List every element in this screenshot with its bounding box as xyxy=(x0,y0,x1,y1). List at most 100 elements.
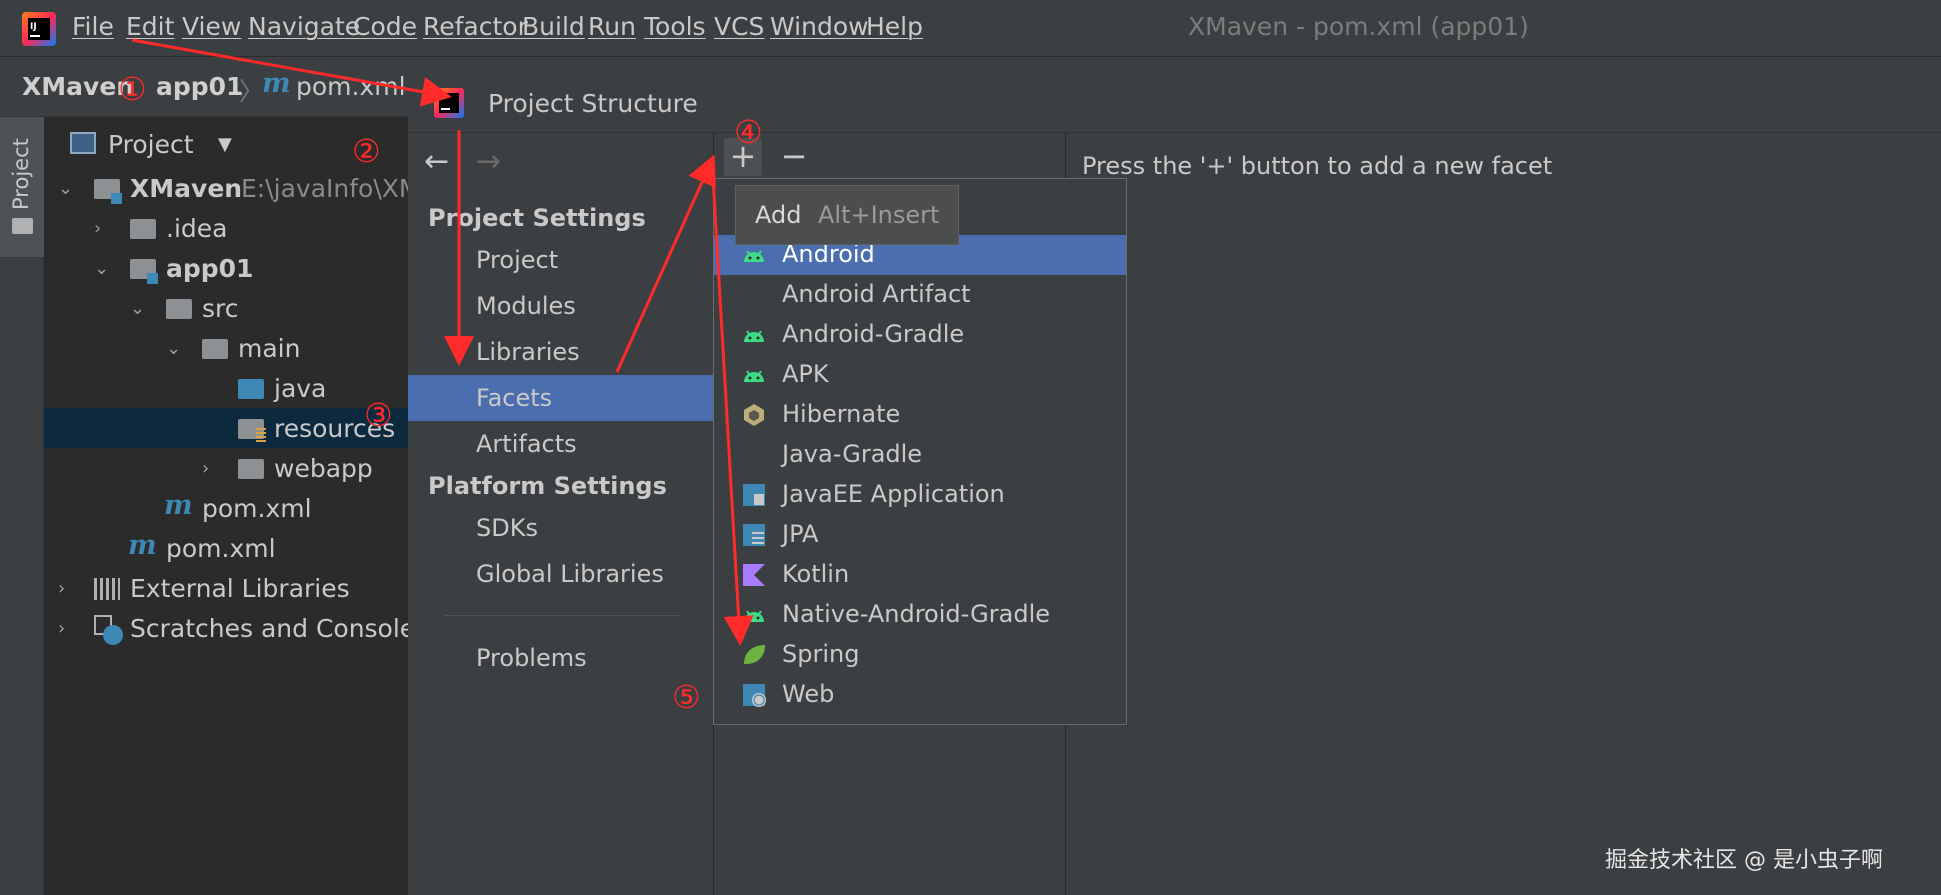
annotation-2: ② xyxy=(352,132,381,170)
annotation-5: ⑤ xyxy=(672,678,701,716)
watermark: 掘金技术社区 @ 是小虫子啊 xyxy=(1605,848,1883,873)
chevron-down-icon[interactable]: ⌄ xyxy=(130,298,145,319)
folder-icon xyxy=(166,299,192,319)
tree-item-main[interactable]: main xyxy=(238,334,300,363)
menu-file[interactable]: File xyxy=(72,12,114,41)
facet-android-gradle[interactable]: Android-Gradle xyxy=(782,320,964,348)
annotation-1: ① xyxy=(118,70,147,108)
nav-project[interactable]: Project xyxy=(476,246,558,274)
android-icon xyxy=(744,250,764,262)
tree-item-root-pom[interactable]: pom.xml xyxy=(166,534,276,563)
web-icon xyxy=(743,684,766,707)
platform-settings-header: Platform Settings xyxy=(428,472,667,500)
menu-code[interactable]: Code xyxy=(353,12,417,41)
hibernate-icon xyxy=(744,404,764,426)
menu-refactor[interactable]: Refactor xyxy=(423,12,528,41)
maven-file-icon: m xyxy=(164,490,193,521)
tree-item-scratches[interactable]: Scratches and Consoles xyxy=(130,614,428,643)
forward-arrow-icon[interactable]: → xyxy=(476,144,501,179)
facet-javaee-application[interactable]: JavaEE Application xyxy=(782,480,1005,508)
tree-item-java[interactable]: java xyxy=(274,374,326,403)
chevron-right-icon[interactable]: › xyxy=(58,578,65,599)
window-title: XMaven - pom.xml (app01) xyxy=(1188,12,1529,41)
tree-root-path: E:\javaInfo\XM xyxy=(241,174,421,203)
tooltip-shortcut: Alt+Insert xyxy=(818,201,940,229)
libraries-icon xyxy=(94,578,120,600)
module-badge-icon xyxy=(111,193,122,204)
chevron-down-icon[interactable]: ▼ xyxy=(218,134,232,155)
facet-web[interactable]: Web xyxy=(782,680,834,708)
android-icon xyxy=(744,330,764,342)
remove-facet-button[interactable]: − xyxy=(778,138,810,176)
breadcrumb-file[interactable]: pom.xml xyxy=(296,72,406,101)
menu-build[interactable]: Build xyxy=(522,12,585,41)
facet-apk[interactable]: APK xyxy=(782,360,829,388)
chevron-down-icon[interactable]: ⌄ xyxy=(94,258,109,279)
nav-libraries[interactable]: Libraries xyxy=(476,338,580,366)
breadcrumb-module[interactable]: app01 xyxy=(156,72,243,101)
svg-text:IJ: IJ xyxy=(30,22,37,32)
annotation-3: ③ xyxy=(364,396,393,434)
facet-android-artifact[interactable]: Android Artifact xyxy=(782,280,971,308)
menu-window[interactable]: Window xyxy=(770,12,869,41)
tooltip-label: Add xyxy=(755,201,802,229)
project-view-icon xyxy=(70,132,96,154)
dialog-navigation xyxy=(408,133,714,895)
project-tool-tab-label[interactable]: Project xyxy=(9,138,33,210)
annotation-4: ④ xyxy=(734,113,763,151)
menu-tools[interactable]: Tools xyxy=(644,12,706,41)
empty-facet-message: Press the '+' button to add a new facet xyxy=(1082,152,1553,180)
dialog-title: Project Structure xyxy=(488,89,698,118)
nav-facets[interactable]: Facets xyxy=(476,384,552,412)
menu-vcs[interactable]: VCS xyxy=(714,12,764,41)
nav-problems[interactable]: Problems xyxy=(476,644,587,672)
folder-icon xyxy=(202,339,228,359)
nav-artifacts[interactable]: Artifacts xyxy=(476,430,577,458)
tree-item-external-libraries[interactable]: External Libraries xyxy=(130,574,350,603)
chevron-down-icon[interactable]: ⌄ xyxy=(58,178,73,199)
chevron-down-icon[interactable]: ⌄ xyxy=(166,338,181,359)
tree-item-app01[interactable]: app01 xyxy=(166,254,253,283)
tree-item-idea[interactable]: .idea xyxy=(166,214,227,243)
facet-native-android-gradle[interactable]: Native-Android-Gradle xyxy=(782,600,1050,628)
menu-view[interactable]: View xyxy=(182,12,241,41)
menu-navigate[interactable]: Navigate xyxy=(248,12,360,41)
folder-icon xyxy=(12,218,33,234)
android-icon xyxy=(744,370,764,382)
breadcrumb-separator: 〉 xyxy=(239,77,265,106)
source-folder-icon xyxy=(238,379,264,399)
tree-item-src[interactable]: src xyxy=(202,294,239,323)
nav-modules[interactable]: Modules xyxy=(476,292,576,320)
resources-badge-icon xyxy=(256,428,266,442)
intellij-logo-icon xyxy=(434,88,464,118)
menu-edit[interactable]: Edit xyxy=(126,12,174,41)
jpa-icon xyxy=(743,524,765,546)
tree-item-webapp[interactable]: webapp xyxy=(274,454,373,483)
tree-item-app-pom[interactable]: pom.xml xyxy=(202,494,312,523)
facet-hibernate[interactable]: Hibernate xyxy=(782,400,900,428)
module-badge-icon xyxy=(147,273,158,284)
tree-root[interactable]: XMaven xyxy=(130,174,242,203)
facet-details-pane xyxy=(1066,133,1941,895)
kotlin-icon xyxy=(743,564,765,586)
facet-jpa[interactable]: JPA xyxy=(782,520,818,548)
chevron-right-icon[interactable]: › xyxy=(94,218,101,239)
back-arrow-icon[interactable]: ← xyxy=(424,144,449,179)
clock-icon xyxy=(103,625,123,645)
facet-spring[interactable]: Spring xyxy=(782,640,859,668)
nav-sdks[interactable]: SDKs xyxy=(476,514,538,542)
nav-global-libraries[interactable]: Global Libraries xyxy=(476,560,664,588)
chevron-right-icon[interactable]: › xyxy=(202,458,209,479)
project-view-title[interactable]: Project xyxy=(108,130,194,159)
spring-leaf-icon xyxy=(744,645,765,665)
facet-java-gradle[interactable]: Java-Gradle xyxy=(782,440,922,468)
maven-file-icon: m xyxy=(262,68,291,99)
nav-selection-highlight xyxy=(408,375,714,421)
menu-help[interactable]: Help xyxy=(866,12,923,41)
facet-kotlin[interactable]: Kotlin xyxy=(782,560,849,588)
menu-run[interactable]: Run xyxy=(588,12,636,41)
intellij-logo-icon: IJ xyxy=(22,12,56,46)
nav-divider xyxy=(444,615,680,616)
folder-icon xyxy=(130,219,156,239)
chevron-right-icon[interactable]: › xyxy=(58,618,65,639)
